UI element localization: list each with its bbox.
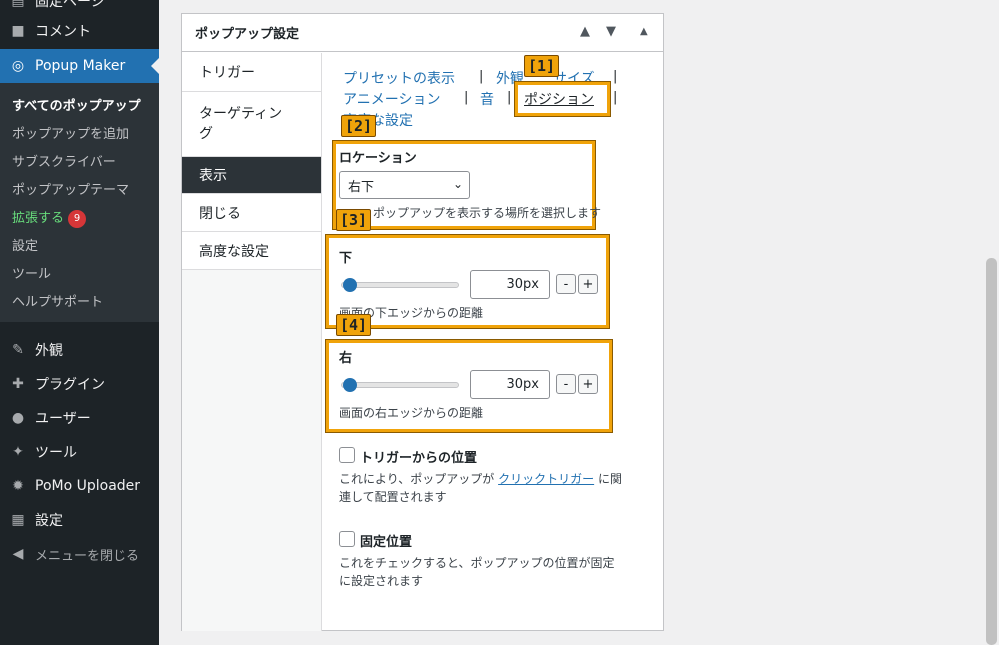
popup-maker-submenu: すべてのポップアップ ポップアップを追加 サブスクライバー ポップアップテーマ … — [0, 83, 159, 322]
chevron-down-icon: ⌄ — [452, 177, 463, 191]
trigger-position-label: トリガーからの位置 — [360, 451, 478, 466]
submenu-themes[interactable]: ポップアップテーマ — [12, 179, 129, 198]
right-description: 画面の右エッジからの距離 — [339, 406, 484, 420]
sidebar-item-appearance[interactable]: ✎ 外観 — [0, 333, 159, 367]
right-value-input[interactable]: 30px — [470, 370, 550, 399]
submenu-extend[interactable]: 拡張する 9 — [12, 207, 87, 228]
tab-advanced[interactable]: 高度な設定 — [182, 232, 321, 270]
marker-1: [1] — [524, 55, 560, 77]
subtab-preset[interactable]: プリセットの表示 — [343, 68, 455, 88]
update-count-badge: 9 — [68, 209, 87, 228]
subnav-separator: | — [479, 69, 484, 84]
fixed-position-checkbox[interactable] — [339, 531, 355, 547]
bottom-slider-track[interactable] — [341, 282, 459, 288]
pages-icon: ▤ — [11, 0, 25, 9]
sidebar-item-label: コメント — [35, 24, 91, 40]
sidebar-item-comments[interactable]: ■ コメント — [0, 14, 159, 48]
settings-tab-nav: トリガー ターゲティン グ 表示 閉じる 高度な設定 — [182, 53, 322, 631]
move-down-icon[interactable]: ▼ — [606, 24, 616, 39]
submenu-help[interactable]: ヘルプサポート — [12, 291, 103, 310]
bottom-value-input[interactable]: 30px — [470, 270, 550, 299]
brush-icon: ✎ — [12, 342, 24, 358]
bottom-label: 下 — [339, 251, 353, 266]
trigger-desc-after: に関 — [594, 472, 622, 486]
bottom-increment-button[interactable]: + — [578, 274, 598, 294]
submenu-extend-label: 拡張する — [12, 211, 65, 226]
sidebar-item-label: ツール — [35, 445, 77, 461]
panel-header: ポップアップ設定 ▲ ▼ ▲ — [182, 14, 663, 52]
sidebar-collapse-menu[interactable]: ◀ メニューを閉じる — [0, 537, 159, 571]
location-select-value: 右下 — [348, 179, 375, 195]
fixed-desc-line1: これをチェックすると、ポップアップの位置が固定 — [339, 556, 615, 570]
comment-icon: ■ — [11, 23, 25, 39]
subnav-separator: | — [613, 69, 618, 84]
popup-maker-icon: ◎ — [11, 58, 25, 74]
location-label: ロケーション — [339, 151, 417, 166]
right-decrement-button[interactable]: - — [556, 374, 576, 394]
sidebar-item-label: PoMo Uploader — [35, 478, 141, 494]
subnav-separator: | — [507, 90, 512, 105]
tab-targeting[interactable]: ターゲティン グ — [182, 92, 321, 157]
sidebar-item-label: ユーザー — [35, 411, 91, 427]
wrench-icon: ✦ — [12, 444, 24, 460]
click-trigger-link[interactable]: クリックトリガー — [498, 472, 594, 486]
trigger-position-checkbox[interactable] — [339, 447, 355, 463]
bottom-decrement-button[interactable]: - — [556, 274, 576, 294]
settings-icon: ▦ — [11, 512, 25, 528]
location-description: ポップアップを表示する場所を選択します — [373, 206, 602, 220]
sidebar-item-label: メニューを閉じる — [35, 548, 140, 564]
gear-icon: ✹ — [12, 478, 24, 494]
tab-targeting-line1: ターゲティン — [199, 106, 283, 122]
right-slider-track[interactable] — [341, 382, 459, 388]
sidebar-item-settings[interactable]: ▦ 設定 — [0, 503, 159, 537]
tab-display[interactable]: 表示 — [182, 157, 321, 194]
toggle-panel-icon[interactable]: ▲ — [640, 26, 648, 37]
tab-targeting-line2: グ — [199, 126, 213, 142]
right-label: 右 — [339, 351, 353, 366]
page-scrollbar[interactable] — [986, 258, 997, 645]
sidebar-item-label: 固定ページ — [35, 0, 105, 10]
fixed-position-label: 固定位置 — [360, 535, 413, 550]
tab-triggers[interactable]: トリガー — [182, 53, 321, 92]
marker-3: [3] — [336, 209, 372, 231]
trigger-position-description: これにより、ポップアップが クリックトリガー に関 連して配置されます — [339, 470, 649, 506]
sidebar-item-popup-maker[interactable]: ◎ Popup Maker — [0, 49, 159, 83]
submenu-subscribers[interactable]: サブスクライバー — [12, 151, 116, 170]
bottom-slider-handle[interactable] — [343, 278, 357, 292]
sidebar-item-tools[interactable]: ✦ ツール — [0, 435, 159, 469]
trigger-desc-line2: 連して配置されます — [339, 490, 447, 504]
tab-close[interactable]: 閉じる — [182, 194, 321, 232]
trigger-desc-before: これにより、ポップアップが — [339, 472, 499, 486]
marker-4: [4] — [336, 314, 372, 336]
sidebar-item-label: プラグイン — [35, 377, 105, 393]
subtab-sound[interactable]: 音 — [480, 89, 494, 109]
right-increment-button[interactable]: + — [578, 374, 598, 394]
submenu-tools[interactable]: ツール — [12, 263, 51, 282]
panel-title: ポップアップ設定 — [195, 27, 300, 42]
submenu-add-popup[interactable]: ポップアップを追加 — [12, 123, 129, 142]
sidebar-item-label: 外観 — [35, 343, 63, 359]
plugin-icon: ✚ — [12, 376, 24, 392]
sidebar-item-label: Popup Maker — [35, 58, 126, 74]
user-icon: ● — [11, 410, 25, 426]
subnav-separator: | — [613, 90, 618, 105]
collapse-arrow-icon: ◀ — [12, 546, 24, 562]
location-select[interactable]: 右下 ⌄ — [339, 171, 470, 199]
sidebar-item-plugins[interactable]: ✚ プラグイン — [0, 367, 159, 401]
subnav-separator: | — [464, 90, 469, 105]
fixed-desc-line2: に設定されます — [339, 574, 424, 588]
move-up-icon[interactable]: ▲ — [580, 24, 590, 39]
fixed-position-description: これをチェックすると、ポップアップの位置が固定 に設定されます — [339, 554, 649, 590]
submenu-settings[interactable]: 設定 — [12, 235, 38, 254]
marker-2: [2] — [341, 115, 377, 137]
admin-sidebar: ▤ 固定ページ ■ コメント ◎ Popup Maker すべてのポップアップ … — [0, 0, 159, 645]
sidebar-item-users[interactable]: ● ユーザー — [0, 401, 159, 435]
highlight-box-1 — [514, 81, 611, 117]
sidebar-item-pomo-uploader[interactable]: ✹ PoMo Uploader — [0, 469, 159, 503]
sidebar-item-label: 設定 — [35, 513, 63, 529]
submenu-all-popups[interactable]: すべてのポップアップ — [12, 95, 141, 114]
right-slider-handle[interactable] — [343, 378, 357, 392]
subtab-animation[interactable]: アニメーション — [343, 89, 440, 109]
